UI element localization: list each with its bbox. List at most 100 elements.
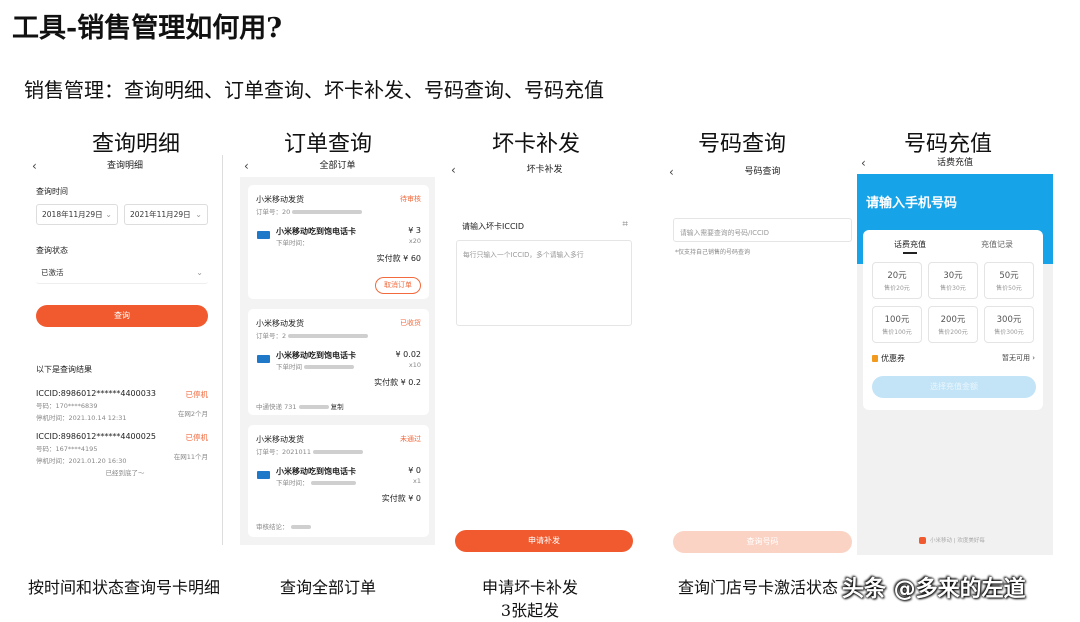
phone-all-orders: 全部订单 ‹ 小米移动发货 待审核 订单号：20 小米移动吃到饱电话卡 下单时间… [240,155,435,545]
query-button[interactable]: 查询 [36,305,208,327]
order-shop-name: 小米移动发货 [256,435,304,444]
back-icon[interactable]: ‹ [861,155,866,172]
query-number-button[interactable]: 查询号码 [673,531,852,553]
amount-value: 50元 [999,271,1019,281]
result-net-duration: 在网11个月 [173,453,208,461]
section-label-detail: 查询明细 [91,132,180,157]
amount-tile-30[interactable]: 30元 售价30元 [928,262,978,299]
amount-tile-300[interactable]: 300元 售价300元 [984,306,1034,343]
date-from-select[interactable]: 2018年11月29日 ⌄ [36,204,118,225]
tab-recharge[interactable]: 话费充值 [894,239,926,250]
amount-value: 20元 [887,271,907,281]
phone-number-input[interactable]: 请输入手机号码 [866,192,957,211]
chevron-down-icon: ⌄ [195,210,202,219]
chevron-down-icon: ⌄ [105,210,112,219]
amount-value: 30元 [943,271,963,281]
amount-value: 100元 [884,315,910,325]
phone-recharge: 话费充值 ‹ 请输入手机号码 话费充值 充值记录 20元售价20元 30元 售价3… [857,155,1053,555]
result-net-duration: 在网2个月 [177,410,208,418]
coupon-selector[interactable]: 暂无可用 › [1002,353,1035,363]
order-product: 小米移动吃到饱电话卡 [276,351,356,360]
pay-button[interactable]: 选择充值金额 [872,376,1036,398]
time-label: 查询时间 [36,187,68,196]
express-info: 中通快递 731 [256,403,297,411]
back-icon[interactable]: ‹ [669,161,674,183]
number-query-input[interactable]: 请输入需要查询的号码/ICCID [673,218,852,242]
date-to-value: 2021年11月29日 [130,210,191,219]
page-subtitle: 销售管理：查询明细、订单查询、坏卡补发、号码查询、号码充值 [24,78,604,102]
section-label-number-query: 号码查询 [697,132,786,157]
order-paid: 实付款 ¥ 0 [381,494,421,503]
results-label: 以下是查询结果 [36,365,92,374]
amount-tile-200[interactable]: 200元 售价200元 [928,306,978,343]
order-status: 未通过 [400,435,421,443]
order-status: 待审核 [400,195,421,203]
order-price: ¥ 3 [408,226,421,235]
order-number: 订单号：2 [256,332,287,340]
order-card[interactable]: 小米移动发货 未通过 订单号：2021011 小米移动吃到饱电话卡 下单时间： … [248,425,429,537]
copy-link[interactable]: 复制 [331,403,344,411]
sim-card-icon [257,471,270,479]
cancel-order-button[interactable]: 取消订单 [375,277,421,294]
order-card[interactable]: 小米移动发货 已收货 订单号：2 小米移动吃到饱电话卡 下单时间 ¥ 0.02 … [248,309,429,415]
order-price: ¥ 0 [408,466,421,475]
amount-value: 200元 [940,315,966,325]
date-to-select[interactable]: 2021年11月29日 ⌄ [124,204,208,225]
back-icon[interactable]: ‹ [244,155,249,177]
order-quantity: x1 [413,477,421,485]
order-paid: 实付款 ¥ 0.2 [374,378,421,387]
result-status: 已停机 [185,390,209,399]
order-product: 小米移动吃到饱电话卡 [276,467,356,476]
order-quantity: x20 [408,237,421,245]
back-icon[interactable]: ‹ [451,159,456,181]
chevron-down-icon: ⌄ [196,268,203,277]
phone-query-detail: 查询明细 ‹ 查询时间 2018年11月29日 ⌄ 2021年11月29日 ⌄ 查询… [28,155,223,545]
amount-tile-20[interactable]: 20元售价20元 [872,262,922,299]
result-status: 已停机 [185,433,209,442]
caption-orders: 查询全部订单 [279,578,376,597]
result-item[interactable]: ICCID:8986012******4400025 已停机 号码：167***… [36,432,208,465]
result-iccid: ICCID:8986012******4400025 [36,432,157,441]
back-icon[interactable]: ‹ [32,155,37,177]
amount-price: 售价100元 [882,329,912,336]
caption-number-query: 查询门店号卡激活状态 [677,578,838,597]
tab-recharge-history[interactable]: 充值记录 [981,239,1013,250]
coupon-value: 暂无可用 [1001,354,1030,362]
header-title: 话费充值 [857,155,1053,174]
amount-tile-100[interactable]: 100元售价100元 [872,306,922,343]
header-title: 查询明细 [106,161,143,171]
date-from-value: 2018年11月29日 [42,210,103,219]
coupon-label: 优惠券 [881,354,905,363]
order-time: 下单时间 [276,363,302,371]
recharge-card: 话费充值 充值记录 20元售价20元 30元 售价30元 50元售价50元 100… [863,230,1043,410]
order-number: 订单号：20 [256,208,291,216]
apply-reissue-button[interactable]: 申请补发 [455,530,633,552]
status-label: 查询状态 [36,246,68,255]
order-quantity: x10 [408,361,421,369]
header-title: 坏卡补发 [526,165,563,175]
status-select[interactable]: 已激活 ⌄ [36,263,208,284]
order-paid: 实付款 ¥ 60 [376,254,421,263]
sim-card-icon [257,231,270,239]
amount-price: 售价50元 [996,285,1022,292]
page-title: 工具-销售管理如何用? [12,13,283,44]
order-card[interactable]: 小米移动发货 待审核 订单号：20 小米移动吃到饱电话卡 下单时间： ¥ 3 x… [248,185,429,299]
order-shop-name: 小米移动发货 [256,195,304,204]
footer-text: 小米移动 | 欢度美好每 [930,538,985,544]
amount-tile-50[interactable]: 50元售价50元 [984,262,1034,299]
watermark: 头条 @多来的左道 [842,577,1026,602]
iccid-input-label: 请输入坏卡ICCID [462,222,525,231]
iccid-textarea[interactable]: 每行只输入一个ICCID，多个请输入多行 [456,240,632,326]
query-hint: *仅支持自己销售的号码查询 [675,249,751,256]
phone-number-query: 号码查询 ‹ 请输入需要查询的号码/ICCID *仅支持自己销售的号码查询 查询… [665,155,860,555]
result-iccid: ICCID:8986012******4400033 [36,389,157,398]
sim-card-icon [257,355,270,363]
order-status: 已收货 [400,319,421,327]
scan-icon[interactable]: ⌗ [622,219,628,230]
amount-price: 售价20元 [884,285,910,292]
amount-value: 300元 [996,315,1022,325]
result-item[interactable]: ICCID:8986012******4400033 已停机 号码：170***… [36,389,208,422]
tab-underline [903,252,917,254]
order-product: 小米移动吃到饱电话卡 [276,227,356,236]
order-shop-name: 小米移动发货 [256,319,304,328]
